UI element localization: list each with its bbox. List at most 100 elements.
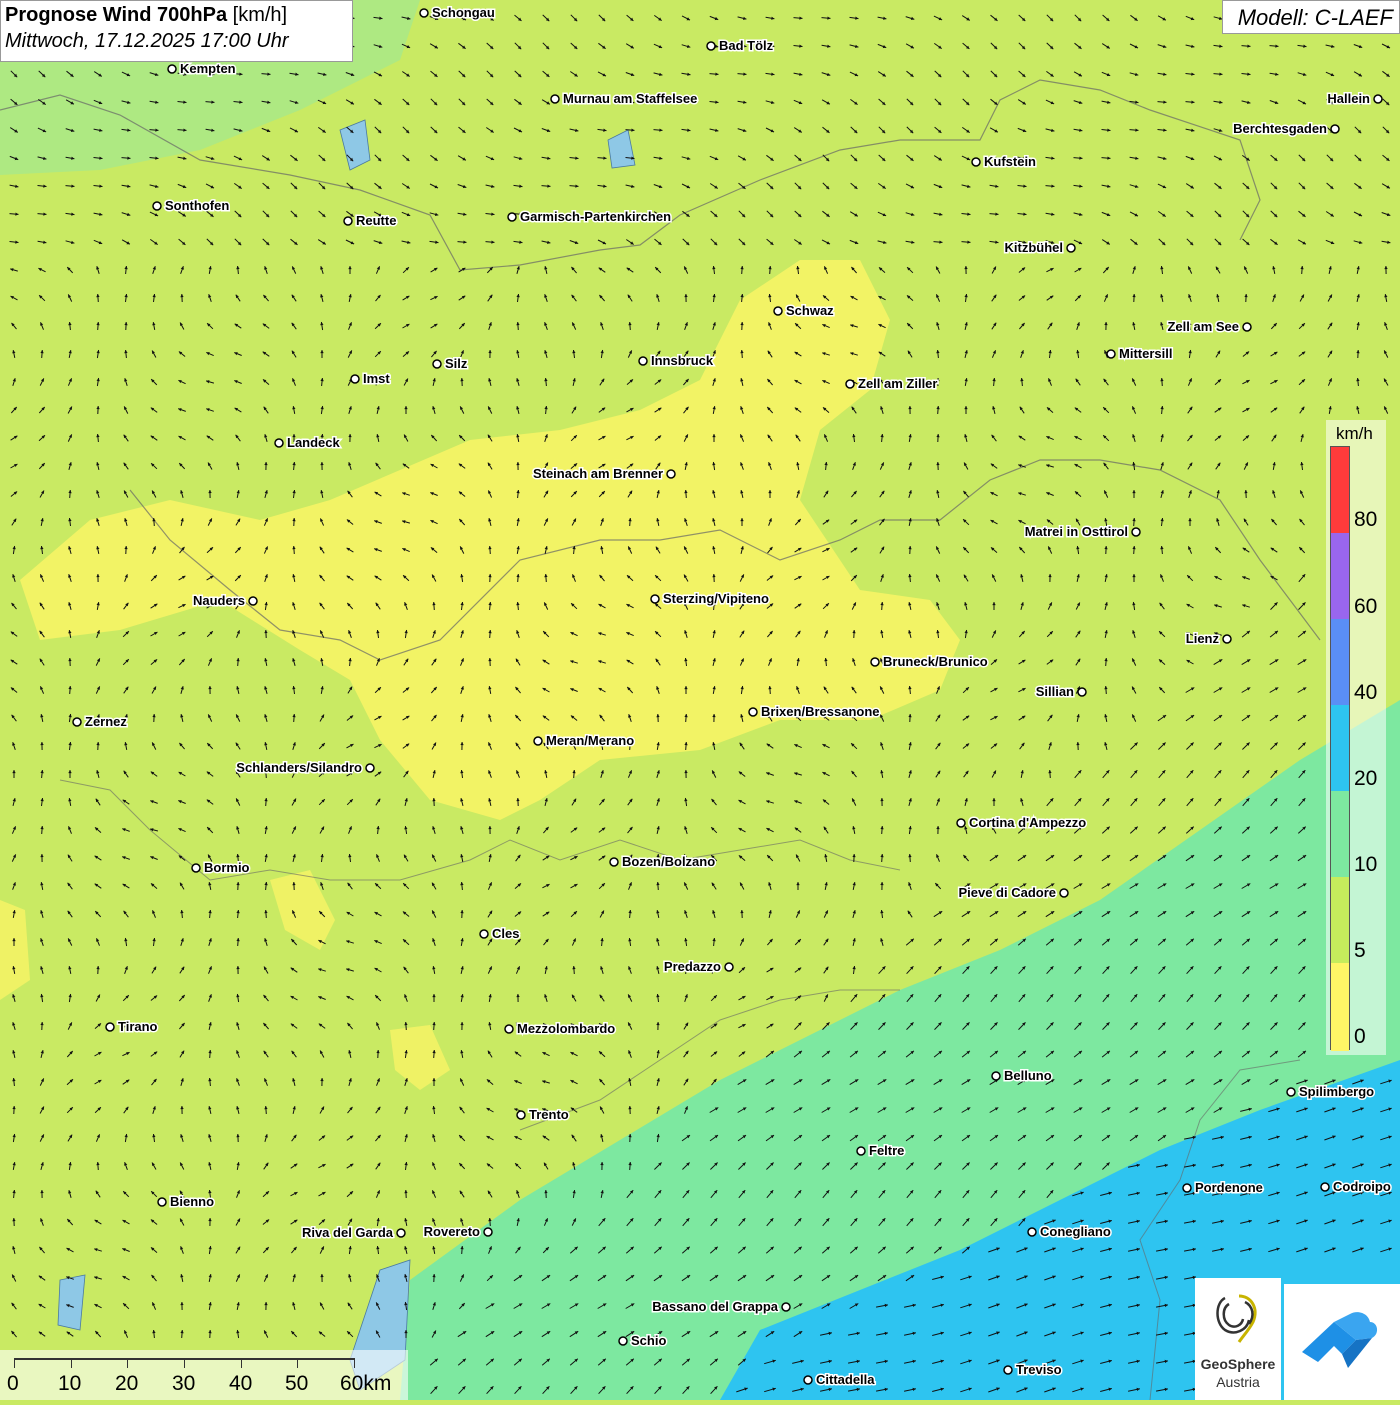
city-label: Bozen/Bolzano (622, 854, 715, 869)
city-marker (1004, 1366, 1012, 1374)
scale-label-60km: 60km (340, 1372, 391, 1396)
city-marker (433, 360, 441, 368)
city-label: Tirano (118, 1019, 158, 1034)
scale-tick (184, 1358, 185, 1368)
city-marker (153, 202, 161, 210)
logo-name: GeoSphere (1195, 1356, 1281, 1372)
city-label: Cortina d'Ampezzo (969, 815, 1086, 830)
city-label: Bassano del Grappa (652, 1299, 778, 1314)
city-label: Feltre (869, 1143, 904, 1158)
city-marker (725, 963, 733, 971)
model-label: Modell: C-LAEF (1222, 0, 1400, 34)
city-marker (1374, 95, 1382, 103)
city-label: Spilimbergo (1299, 1084, 1374, 1099)
city-marker (158, 1198, 166, 1206)
legend-seg-20 (1331, 705, 1349, 791)
city-marker (804, 1376, 812, 1384)
city-marker (639, 357, 647, 365)
scale-bar: 0 10 20 30 40 50 60km (0, 1350, 408, 1400)
legend-seg-40 (1331, 619, 1349, 705)
city-label: Cles (492, 926, 519, 941)
legend-label-80: 80 (1354, 508, 1377, 532)
city-label: Sillian (1036, 684, 1074, 699)
city-marker (106, 1023, 114, 1031)
city-marker (192, 864, 200, 872)
legend-label-20: 20 (1354, 767, 1377, 791)
city-label: Murnau am Staffelsee (563, 91, 697, 106)
city-marker (275, 439, 283, 447)
city-marker (619, 1337, 627, 1345)
city-label: Reutte (356, 213, 396, 228)
legend-label-0: 0 (1354, 1025, 1366, 1049)
city-marker (1060, 889, 1068, 897)
city-label: Belluno (1004, 1068, 1052, 1083)
city-marker (1331, 125, 1339, 133)
city-marker (749, 708, 757, 716)
scale-label-30: 30 (172, 1372, 195, 1396)
logo-country: Austria (1195, 1374, 1281, 1390)
scale-label-0: 0 (7, 1372, 19, 1396)
city-label: Meran/Merano (546, 733, 634, 748)
legend-label-5: 5 (1354, 939, 1366, 963)
city-marker (73, 718, 81, 726)
city-marker (707, 42, 715, 50)
app-logo[interactable] (1284, 1284, 1400, 1400)
city-label: Nauders (193, 593, 245, 608)
legend-color-bar (1330, 446, 1350, 1050)
scale-label-20: 20 (115, 1372, 138, 1396)
wind-map: SchongauBad TölzKemptenMurnau am Staffel… (0, 0, 1400, 1400)
geosphere-logo[interactable]: GeoSphere Austria (1195, 1278, 1281, 1400)
city-label: Mittersill (1119, 346, 1172, 361)
city-marker (517, 1111, 525, 1119)
city-label: Berchtesgaden (1233, 121, 1327, 136)
city-label: Matrei in Osttirol (1025, 524, 1128, 539)
city-label: Kitzbühel (1005, 240, 1064, 255)
city-label: Predazzo (664, 959, 721, 974)
city-label: Bruneck/Brunico (883, 654, 988, 669)
lake (58, 1275, 85, 1330)
city-marker (1183, 1184, 1191, 1192)
city-marker (505, 1025, 513, 1033)
city-label: Lienz (1186, 631, 1220, 646)
legend-label-10: 10 (1354, 853, 1377, 877)
city-marker (1078, 688, 1086, 696)
city-label: Treviso (1016, 1362, 1062, 1377)
app-logo-icon (1284, 1284, 1400, 1400)
city-marker (1107, 350, 1115, 358)
scale-label-10: 10 (58, 1372, 81, 1396)
city-label: Kufstein (984, 154, 1036, 169)
scale-tick (241, 1358, 242, 1368)
legend-label-60: 60 (1354, 595, 1377, 619)
legend-label-40: 40 (1354, 681, 1377, 705)
city-marker (782, 1303, 790, 1311)
city-label: Zell am Ziller (858, 376, 937, 391)
city-label: Sterzing/Vipiteno (663, 591, 769, 606)
city-marker (1321, 1183, 1329, 1191)
color-legend: km/h 80 60 40 20 10 5 0 (1326, 420, 1386, 1055)
city-label: Brixen/Bressanone (761, 704, 880, 719)
city-label: Garmisch-Partenkirchen (520, 209, 671, 224)
map-title: Prognose Wind 700hPa [km/h] (5, 4, 348, 27)
scale-tick (354, 1358, 355, 1368)
city-label: Bad Tölz (719, 38, 774, 53)
city-label: Conegliano (1040, 1224, 1111, 1239)
city-label: Hallein (1327, 91, 1370, 106)
city-marker (846, 380, 854, 388)
city-label: Trento (529, 1107, 569, 1122)
city-marker (1287, 1088, 1295, 1096)
city-label: Mezzolombardo (517, 1021, 615, 1036)
city-label: Zernez (85, 714, 127, 729)
city-label: Schongau (432, 5, 495, 20)
city-marker (534, 737, 542, 745)
city-label: Rovereto (424, 1224, 480, 1239)
scale-label-40: 40 (229, 1372, 252, 1396)
city-label: Cittadella (816, 1372, 875, 1387)
city-marker (1132, 528, 1140, 536)
title-box: Prognose Wind 700hPa [km/h] Mittwoch, 17… (0, 0, 353, 62)
city-marker (344, 217, 352, 225)
legend-seg-60 (1331, 533, 1349, 619)
map-title-unit: [km/h] (233, 4, 287, 26)
city-marker (1028, 1228, 1036, 1236)
scale-tick (14, 1358, 15, 1368)
city-marker (397, 1229, 405, 1237)
